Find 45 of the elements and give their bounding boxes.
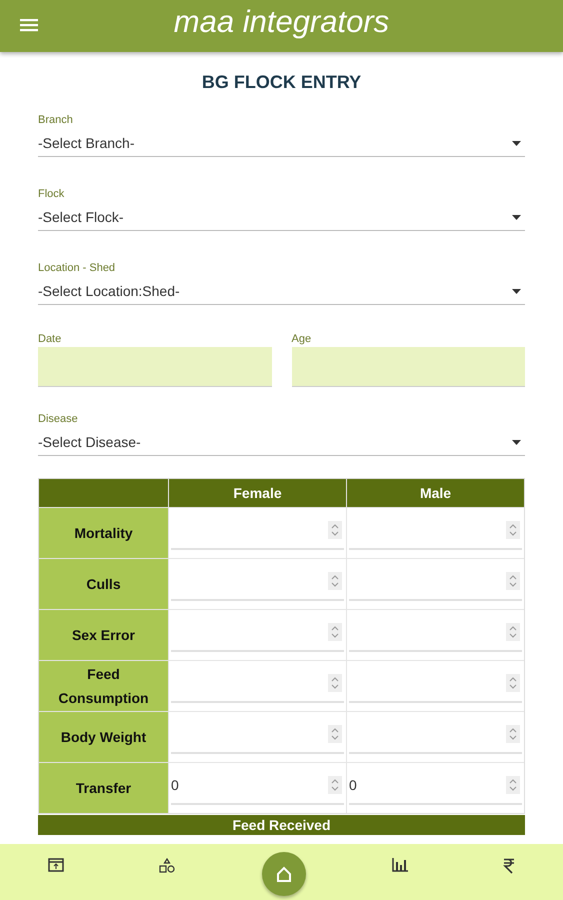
spinner-icon[interactable] (506, 521, 520, 539)
section-header: Feed Received (38, 815, 525, 835)
row-header: Body Weight (60, 728, 146, 747)
row-header: Culls (86, 575, 121, 594)
page-title: BG FLOCK ENTRY (202, 72, 362, 92)
row-header: Sex Error (72, 626, 136, 645)
spinner-icon[interactable] (328, 623, 342, 641)
app-title: maa integrators (174, 4, 390, 40)
dropdown-caret-icon (512, 214, 521, 220)
field-label: Location - Shed (38, 262, 116, 274)
menu-icon[interactable] (18, 16, 40, 34)
field-label: Date (38, 333, 62, 345)
row-header: Transfer (76, 779, 132, 798)
spinner-icon[interactable] (328, 674, 342, 692)
field-label: Age (292, 333, 312, 345)
input-field[interactable] (38, 347, 272, 387)
screen-icon (48, 858, 64, 872)
dropdown[interactable]: -Select Branch- (38, 130, 525, 157)
spinner-icon[interactable] (506, 725, 520, 743)
dropdown[interactable]: -Select Location:Shed- (38, 278, 525, 305)
dropdown-caret-icon (512, 140, 521, 146)
spinner-icon[interactable] (328, 572, 342, 590)
spinner-icon[interactable] (506, 674, 520, 692)
spinner-icon[interactable] (328, 725, 342, 743)
spinner-icon[interactable] (328, 521, 342, 539)
input-field[interactable] (292, 347, 525, 387)
dropdown[interactable]: -Select Disease- (38, 429, 525, 456)
row-header: Mortality (74, 524, 133, 543)
home-icon (276, 866, 292, 882)
shapes-icon (158, 858, 175, 873)
field-label: Disease (38, 413, 78, 425)
dropdown-caret-icon (512, 440, 521, 444)
spinner-icon[interactable] (506, 572, 520, 590)
row-header: Feed Consumption (57, 665, 150, 708)
column-header: Male (347, 479, 524, 507)
spinner-icon[interactable] (506, 776, 520, 794)
dropdown[interactable]: -Select Flock- (38, 204, 525, 231)
column-header: Female (169, 479, 346, 507)
field-label: Flock (38, 188, 64, 200)
dropdown-caret-icon (512, 288, 521, 294)
spinner-icon[interactable] (328, 776, 342, 794)
rupee-icon (503, 858, 515, 874)
field-label: Branch (38, 114, 73, 126)
spinner-icon[interactable] (506, 623, 520, 641)
bar-chart-icon (392, 858, 408, 872)
